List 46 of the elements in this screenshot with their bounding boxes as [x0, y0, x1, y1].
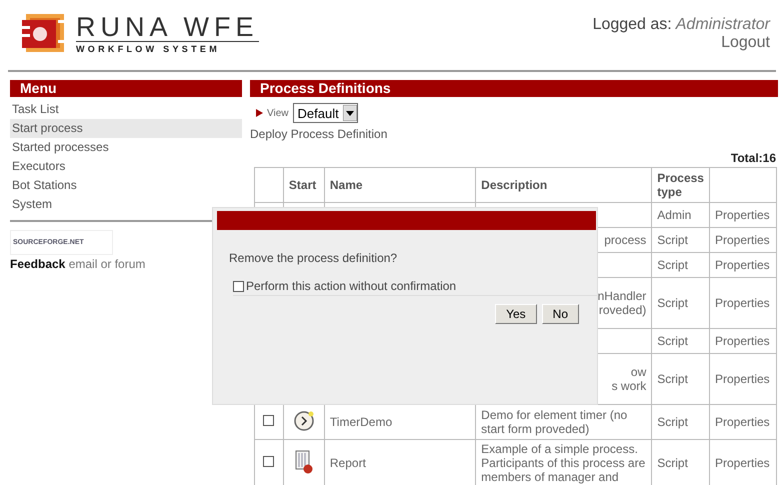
menu-item[interactable]: Executors	[10, 157, 242, 176]
menu-title: Menu	[10, 80, 242, 97]
report-icon	[294, 450, 314, 474]
content-title: Process Definitions	[250, 80, 778, 97]
user-name: Administrator	[676, 16, 770, 34]
menu-item[interactable]: Task List	[10, 100, 242, 119]
properties-link[interactable]: Properties	[709, 404, 776, 440]
deploy-link[interactable]: Deploy Process Definition	[250, 127, 778, 141]
menu-item[interactable]: Bot Stations	[10, 176, 242, 195]
column-header: Process type	[652, 168, 710, 202]
properties-link[interactable]: Properties	[709, 252, 776, 278]
logo-subtitle: WORKFLOW SYSTEM	[76, 42, 221, 54]
properties-link[interactable]: Properties	[709, 328, 776, 354]
table-cell: Script	[652, 228, 710, 252]
confirm-checkbox[interactable]	[233, 280, 244, 292]
properties-link[interactable]: Properties	[709, 228, 776, 252]
dialog-message: Remove the process definition?	[229, 251, 398, 265]
triangle-icon	[256, 109, 263, 117]
column-header: Name	[324, 168, 476, 202]
column-header: Description	[476, 168, 652, 202]
row-checkbox[interactable]	[263, 456, 274, 467]
properties-link[interactable]: Properties	[709, 354, 776, 404]
dialog-button[interactable]: No	[542, 304, 579, 324]
logged-label: Logged as:	[592, 16, 672, 34]
dropdown-icon	[342, 105, 357, 121]
menu-item[interactable]: Start process	[10, 119, 242, 138]
table-cell: Admin	[652, 202, 710, 228]
table-cell: Script	[652, 354, 710, 404]
properties-link[interactable]: Properties	[709, 278, 776, 328]
menu-item[interactable]: System	[10, 195, 242, 214]
logo-title: RUNA WFE	[76, 12, 259, 42]
total-count: Total:16	[730, 151, 776, 165]
view-select[interactable]: Default	[292, 103, 358, 123]
column-header: Start	[283, 168, 324, 202]
table-cell: Script	[652, 278, 710, 328]
row-checkbox[interactable]	[263, 415, 274, 426]
dialog-button[interactable]: Yes	[495, 304, 537, 324]
view-label: View	[267, 108, 288, 118]
clock-icon	[292, 410, 315, 432]
table-cell: Script	[652, 252, 710, 278]
table-cell: Script	[652, 404, 710, 440]
table-cell: Script	[652, 328, 710, 354]
menu-item[interactable]: Started processes	[10, 138, 242, 157]
properties-link[interactable]: Properties	[709, 202, 776, 228]
logout-link[interactable]: Logout	[721, 34, 770, 52]
checkbox-label: Perform this action without confirmation	[246, 279, 456, 293]
